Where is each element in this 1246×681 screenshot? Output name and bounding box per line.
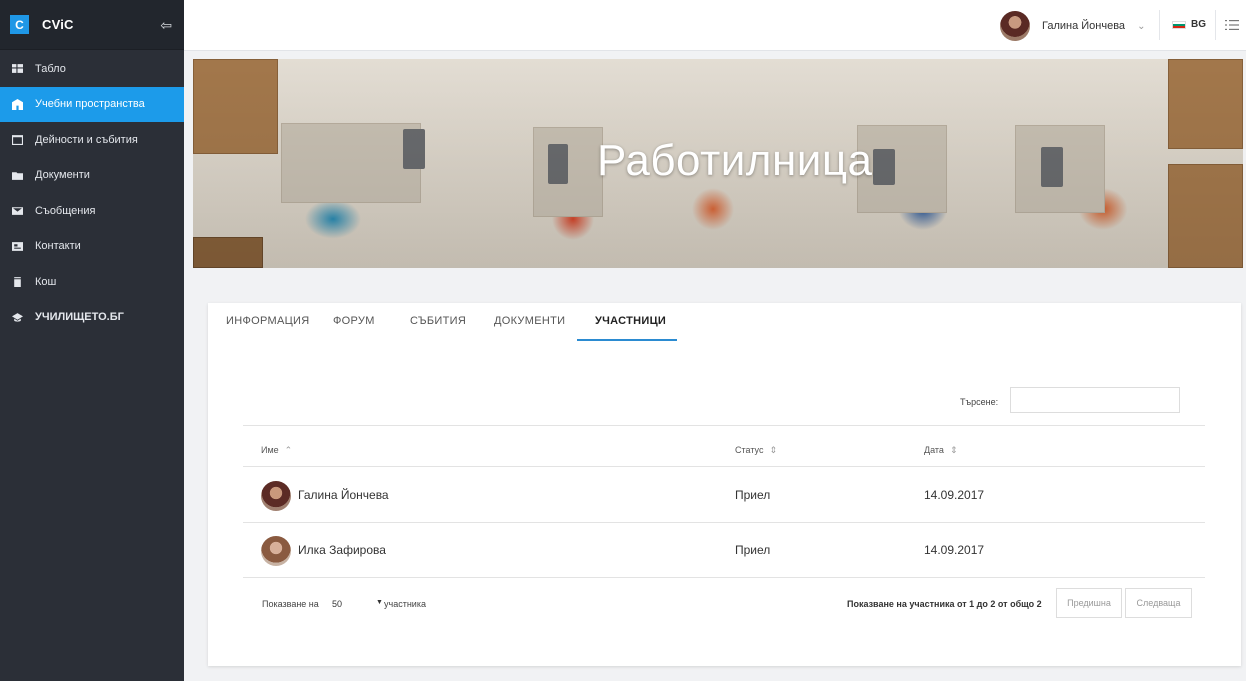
column-header-date[interactable]: Дата ⇕ [924, 445, 957, 456]
participant-status: Приел [735, 488, 771, 502]
bulgarian-flag-icon [1172, 20, 1186, 29]
sidebar-item-learning-spaces[interactable]: Учебни пространства [0, 86, 184, 122]
tab-documents[interactable]: ДОКУМЕНТИ [494, 315, 565, 327]
sidebar-item-trash[interactable]: Кош [0, 264, 184, 300]
column-header-name[interactable]: Име ⌃ [261, 445, 292, 456]
chevron-down-icon[interactable]: ⌄ [1137, 21, 1145, 32]
sidebar-item-messages[interactable]: Съобщения [0, 193, 184, 229]
graduation-cap-icon [11, 311, 23, 323]
sidebar-item-label: Кош [35, 275, 57, 288]
sidebar-item-label: Учебни пространства [35, 98, 145, 111]
sidebar-item-label: Табло [35, 62, 66, 75]
brand-name[interactable]: CViC [42, 17, 74, 32]
building-icon [11, 98, 23, 110]
folder-icon [11, 169, 23, 181]
sidebar-item-label: УЧИЛИЩЕТО.БГ [35, 311, 124, 324]
divider [1159, 10, 1160, 40]
tab-participants[interactable]: УЧАСТНИЦИ [595, 315, 666, 327]
sidebar-item-label: Контакти [35, 240, 81, 253]
table-row[interactable]: Илка Зафирова Приел 14.09.2017 [243, 523, 1205, 578]
sidebar-item-dashboard[interactable]: Табло [0, 51, 184, 87]
previous-page-button[interactable]: Предишна [1056, 588, 1122, 618]
pagination-info: Показване на участника от 1 до 2 от общо… [847, 599, 1042, 609]
space-banner: Работилница [193, 59, 1243, 268]
participant-date: 14.09.2017 [924, 488, 985, 502]
collapse-sidebar-icon[interactable]: ⇦ [160, 18, 172, 32]
top-bar: Галина Йончева ⌄ BG [184, 0, 1246, 51]
sidebar-nav: Табло Учебни пространства Дейности и съб… [0, 51, 184, 335]
search-label: Търсене: [960, 397, 999, 407]
content-card: ИНФОРМАЦИЯ ФОРУМ СЪБИТИЯ ДОКУМЕНТИ УЧАСТ… [208, 303, 1241, 666]
tab-events[interactable]: СЪБИТИЯ [410, 315, 466, 327]
sidebar-item-contacts[interactable]: Контакти [0, 229, 184, 265]
page-title: Работилница [597, 136, 873, 185]
avatar[interactable] [1000, 11, 1030, 41]
list-menu-icon[interactable] [1225, 18, 1239, 32]
sort-icon: ⇕ [949, 445, 958, 455]
sidebar-item-label: Документи [35, 169, 90, 182]
sort-icon: ⇕ [769, 445, 777, 455]
caret-down-icon[interactable]: ▼ [376, 599, 383, 606]
dashboard-icon [11, 63, 23, 75]
envelope-icon [11, 205, 23, 217]
avatar [261, 481, 291, 511]
tab-forum[interactable]: ФОРУМ [333, 315, 375, 327]
user-name[interactable]: Галина Йончева [1042, 20, 1125, 32]
column-header-status[interactable]: Статус ⇕ [735, 445, 777, 456]
sort-ascending-icon: ⌃ [284, 445, 293, 455]
sidebar: C CViC ⇦ Табло Учебни пространства Дейно… [0, 0, 184, 681]
participant-date: 14.09.2017 [924, 543, 985, 557]
divider [1215, 10, 1216, 40]
participant-name: Илка Зафирова [298, 543, 386, 557]
page-size-select[interactable]: 50 [332, 599, 342, 609]
brand-bar: C CViC ⇦ [0, 0, 184, 50]
language-switcher[interactable]: BG [1172, 19, 1206, 30]
search-input[interactable] [1010, 387, 1180, 413]
trash-icon [11, 276, 23, 288]
page-size-label: Показване на [262, 599, 319, 609]
tab-information[interactable]: ИНФОРМАЦИЯ [226, 315, 309, 327]
active-tab-indicator [577, 339, 677, 341]
sidebar-item-label: Съобщения [35, 204, 96, 217]
sidebar-item-documents[interactable]: Документи [0, 158, 184, 194]
sidebar-item-uchilishteto[interactable]: УЧИЛИЩЕТО.БГ [0, 300, 184, 336]
calendar-icon [11, 134, 23, 146]
sidebar-item-activities[interactable]: Дейности и събития [0, 122, 184, 158]
page-size-suffix: участника [384, 599, 426, 609]
table-footer: Показване на 50 ▼ участника Показване на… [208, 588, 1241, 624]
avatar [261, 536, 291, 566]
user-menu[interactable]: Галина Йончева ⌄ [1000, 10, 1145, 42]
table-header: Име ⌃ Статус ⇕ Дата ⇕ [243, 425, 1205, 467]
participant-status: Приел [735, 543, 771, 557]
participant-name: Галина Йончева [298, 488, 389, 502]
contact-card-icon [11, 240, 23, 252]
sidebar-item-label: Дейности и събития [35, 133, 138, 146]
next-page-button[interactable]: Следваща [1125, 588, 1192, 618]
language-code: BG [1191, 19, 1206, 30]
brand-logo[interactable]: C [10, 15, 29, 34]
table-row[interactable]: Галина Йончева Приел 14.09.2017 [243, 468, 1205, 523]
